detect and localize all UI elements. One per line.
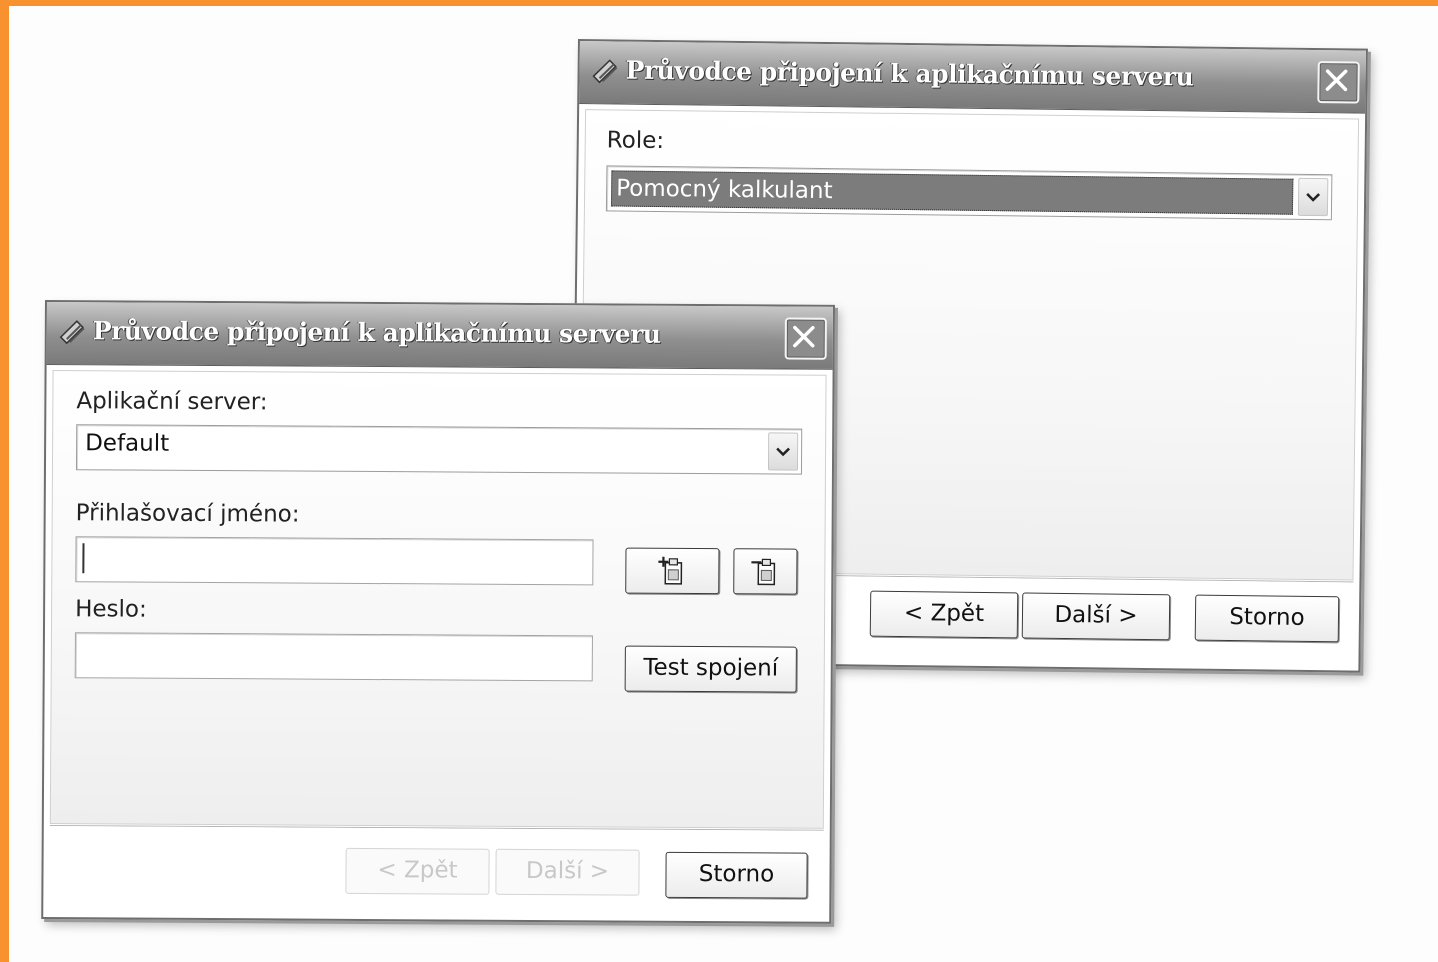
remove-user-icon (751, 558, 776, 586)
cancel-button[interactable]: Storno (1194, 594, 1340, 643)
close-icon (792, 325, 815, 348)
add-user-button[interactable] (625, 547, 720, 595)
server-dropdown-button[interactable] (767, 432, 799, 471)
test-connection-button[interactable]: Test spojení (624, 645, 797, 693)
text-caret (82, 543, 85, 574)
title-bar[interactable]: Průvodce připojení k aplikačnímu serveru (579, 41, 1366, 114)
role-label: Role: (606, 127, 665, 155)
wizard-icon (592, 59, 618, 84)
next-button[interactable]: Další > (495, 848, 640, 896)
cancel-button[interactable]: Storno (665, 851, 808, 899)
next-button[interactable]: Další > (1021, 592, 1171, 641)
window-title: Průvodce připojení k aplikačnímu serveru (92, 316, 661, 349)
wizard-icon (59, 320, 85, 345)
password-input[interactable] (74, 632, 593, 682)
title-bar[interactable]: Průvodce připojení k aplikačnímu serveru (46, 302, 833, 370)
chevron-down-icon (1306, 193, 1321, 202)
server-select[interactable]: Default (75, 424, 803, 475)
login-input[interactable] (75, 536, 594, 586)
server-label: Aplikační server: (76, 388, 268, 416)
remove-user-button[interactable] (733, 548, 798, 595)
add-user-icon (658, 556, 683, 585)
role-select[interactable]: Pomocný kalkulant (605, 165, 1333, 221)
role-dropdown-button[interactable] (1297, 177, 1329, 217)
back-button[interactable]: < Zpět (345, 847, 490, 895)
frame-top-border (0, 0, 1438, 6)
window-title: Průvodce připojení k aplikačnímu serveru (625, 55, 1194, 92)
login-label: Přihlašovací jméno: (75, 500, 300, 528)
chevron-down-icon (776, 447, 790, 457)
close-button[interactable] (1317, 61, 1360, 104)
role-value: Pomocný kalkulant (610, 170, 1294, 215)
close-button[interactable] (784, 317, 827, 360)
server-wizard-dialog: Průvodce připojení k aplikačnímu serveru… (41, 300, 835, 924)
password-label: Heslo: (75, 596, 147, 623)
close-icon (1325, 69, 1348, 92)
frame-left-border (0, 0, 9, 962)
server-value: Default (85, 430, 170, 457)
back-button[interactable]: < Zpět (869, 590, 1019, 639)
